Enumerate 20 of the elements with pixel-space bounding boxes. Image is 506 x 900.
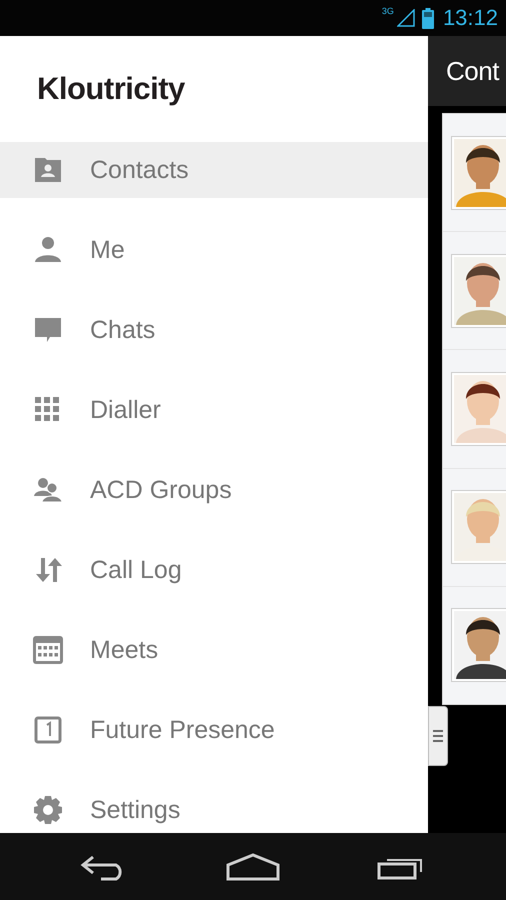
menu-item[interactable]: Dialler [0,382,428,438]
battery-icon [422,8,434,28]
home-icon[interactable] [226,852,280,880]
settings-icon [32,794,64,826]
menu-item[interactable]: ACD Groups [0,462,428,518]
signal-icon [396,9,415,27]
menu-item[interactable]: Contacts [0,142,428,198]
menu-item[interactable]: Call Log [0,542,428,598]
app-logo: Kloutricity [37,71,185,107]
menu-item[interactable]: Meets [0,622,428,678]
network-type: 3G [382,6,394,16]
menu-item[interactable]: Me [0,222,428,278]
clock: 13:12 [442,5,498,31]
menu-item[interactable]: Settings [0,782,428,833]
menu-item[interactable]: Future Presence [0,702,428,758]
menu-item[interactable]: Chats [0,302,428,358]
calendar-icon [32,634,64,666]
screen-title: Cont [446,56,499,86]
drawer-handle[interactable] [428,706,448,766]
date-icon [32,714,64,746]
